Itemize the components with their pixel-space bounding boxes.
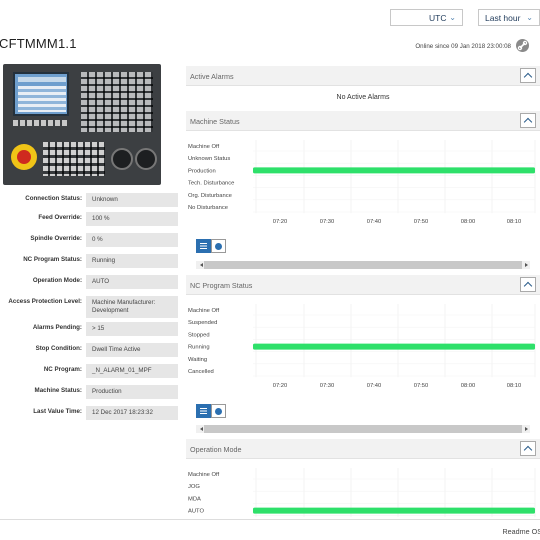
timeline-view-button[interactable] xyxy=(196,239,211,253)
field-value: Unknown xyxy=(86,193,178,207)
panel-title: NC Program Status xyxy=(190,281,253,290)
category-label: Unknown Status xyxy=(188,156,230,162)
nc-program-status-chart: Machine Off Suspended Stopped Running Waitin… xyxy=(188,304,536,389)
collapse-button[interactable] xyxy=(520,113,536,128)
state-bar xyxy=(253,343,535,350)
view-toggle xyxy=(196,404,226,418)
field-label: NC Program Status: xyxy=(23,256,82,263)
category-label: Running xyxy=(188,345,210,351)
operation-mode-chart: Machine Off JOG MDA AUTO xyxy=(188,468,536,517)
operation-mode-header: Operation Mode xyxy=(186,439,540,459)
x-tick-label: 07:20 xyxy=(273,219,288,225)
field-label: NC Program: xyxy=(43,366,82,373)
collapse-button[interactable] xyxy=(520,68,536,83)
machine-status-header: Machine Status xyxy=(186,111,540,131)
x-tick-label: 08:10 xyxy=(507,383,522,389)
category-label: AUTO xyxy=(188,509,204,515)
field-value: Dwell Time Active xyxy=(86,343,178,357)
scroll-left-icon[interactable] xyxy=(196,425,204,433)
x-tick-label: 07:40 xyxy=(367,219,382,225)
field-label: Stop Condition: xyxy=(35,345,82,352)
category-label: MDA xyxy=(188,496,201,502)
panel-title: Machine Status xyxy=(190,117,240,126)
category-label: Stopped xyxy=(188,332,210,338)
category-label: Machine Off xyxy=(188,472,220,478)
x-tick-label: 07:30 xyxy=(320,383,335,389)
category-label: No Disturbance xyxy=(188,205,228,211)
scroll-left-icon[interactable] xyxy=(196,261,204,269)
horizontal-scrollbar[interactable] xyxy=(196,425,530,433)
field-value: Machine Manufacturer: Development xyxy=(86,296,178,318)
panel-title: Active Alarms xyxy=(190,72,234,81)
field-value: Running xyxy=(86,254,178,268)
field-value: AUTO xyxy=(86,275,178,289)
category-label: Production xyxy=(188,168,216,174)
timeline-view-button[interactable] xyxy=(196,404,211,418)
active-alarms-header: Active Alarms xyxy=(186,66,540,86)
state-bar xyxy=(253,167,535,174)
category-label: JOG xyxy=(188,484,200,490)
chevron-down-icon: ⌄ xyxy=(526,13,533,22)
field-label: Machine Status: xyxy=(34,387,82,394)
field-label: Spindle Override: xyxy=(30,235,82,242)
machine-status-chart: Machine Off Unknown Status Production Tech.… xyxy=(188,140,536,225)
x-tick-label: 08:10 xyxy=(507,219,522,225)
collapse-button[interactable] xyxy=(520,441,536,456)
machine-image xyxy=(3,64,161,185)
scroll-right-icon[interactable] xyxy=(522,425,530,433)
x-tick-label: 08:00 xyxy=(461,219,476,225)
field-value: 0 % xyxy=(86,233,178,247)
online-since-text: Online since 09 Jan 2018 23:00:08 xyxy=(415,43,511,50)
category-label: Waiting xyxy=(188,357,207,363)
field-value: 12 Dec 2017 18:23:32 xyxy=(86,406,178,420)
scroll-right-icon[interactable] xyxy=(522,261,530,269)
no-alarms-text: No Active Alarms xyxy=(336,94,390,101)
footer: Readme OS xyxy=(0,519,540,540)
category-label: Machine Off xyxy=(188,144,220,150)
horizontal-scrollbar[interactable] xyxy=(196,261,530,269)
field-label: Connection Status: xyxy=(25,195,82,202)
category-label: Machine Off xyxy=(188,308,220,314)
panel-title: Operation Mode xyxy=(190,445,242,454)
x-tick-label: 08:00 xyxy=(461,383,476,389)
pie-view-button[interactable] xyxy=(211,239,226,253)
timezone-select[interactable]: UTC ⌄ xyxy=(390,9,463,26)
link-icon[interactable] xyxy=(516,39,529,52)
field-value: > 15 xyxy=(86,322,178,336)
category-label: Suspended xyxy=(188,320,217,326)
timezone-value: UTC xyxy=(429,12,447,23)
field-label: Access Protection Level: xyxy=(8,298,82,305)
time-range-select[interactable]: Last hour ⌄ xyxy=(478,9,540,26)
pie-chart-icon xyxy=(215,408,222,415)
x-tick-label: 07:30 xyxy=(320,219,335,225)
nc-program-status-header: NC Program Status xyxy=(186,275,540,295)
state-bar xyxy=(253,507,535,514)
page-title: CFTMMM1.1 xyxy=(0,36,77,51)
readme-link[interactable]: Readme OS xyxy=(502,527,540,536)
category-label: Cancelled xyxy=(188,369,214,375)
time-range-value: Last hour xyxy=(485,12,521,23)
x-tick-label: 07:40 xyxy=(367,383,382,389)
field-value: _N_ALARM_01_MPF xyxy=(86,364,178,378)
category-label: Org. Disturbance xyxy=(188,193,232,199)
field-value: Production xyxy=(86,385,178,399)
field-label: Operation Mode: xyxy=(32,277,82,284)
chevron-down-icon: ⌄ xyxy=(449,13,456,22)
x-tick-label: 07:20 xyxy=(273,383,288,389)
category-label: Tech. Disturbance xyxy=(188,181,234,187)
field-label: Alarms Pending: xyxy=(32,324,82,331)
pie-chart-icon xyxy=(215,243,222,250)
field-value: 100 % xyxy=(86,212,178,226)
field-label: Last Value Time: xyxy=(33,408,82,415)
field-label: Feed Override: xyxy=(38,214,82,221)
collapse-button[interactable] xyxy=(520,277,536,292)
pie-view-button[interactable] xyxy=(211,404,226,418)
x-tick-label: 07:50 xyxy=(414,383,429,389)
view-toggle xyxy=(196,239,226,253)
x-tick-label: 07:50 xyxy=(414,219,429,225)
